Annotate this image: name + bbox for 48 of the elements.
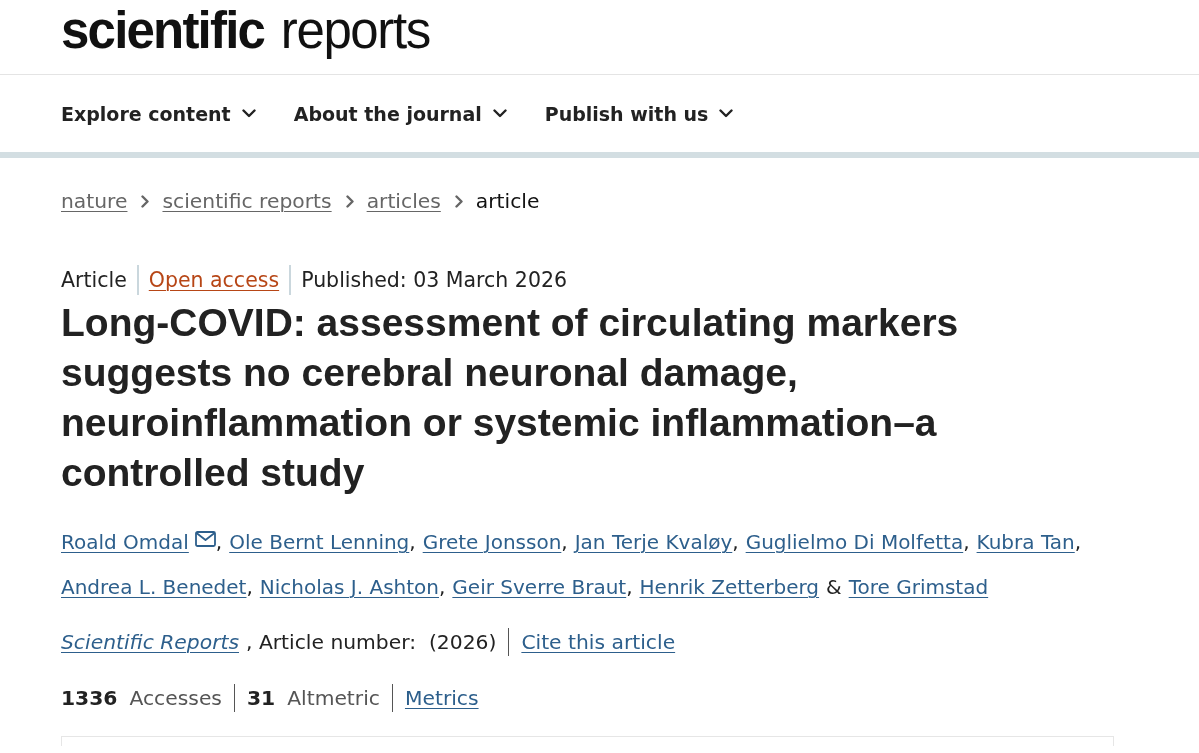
metric-count: 1336 — [61, 685, 118, 712]
chevron-down-icon — [492, 109, 507, 118]
open-access-link[interactable]: Open access — [148, 266, 280, 294]
breadcrumb-link[interactable]: articles — [366, 187, 441, 215]
author-separator: , — [215, 529, 223, 556]
author-link[interactable]: Geir Sverre Braut — [452, 573, 627, 601]
author-separator: & — [826, 574, 842, 601]
author-separator: , — [963, 529, 970, 556]
site-logo[interactable]: scientific reports — [61, 5, 430, 57]
breadcrumb-link[interactable]: scientific reports — [162, 187, 332, 215]
chevron-right-icon — [345, 194, 354, 208]
metric-count: 31 — [246, 685, 276, 712]
journal-link[interactable]: Scientific Reports — [61, 628, 239, 656]
author-separator: , — [409, 529, 416, 556]
author-link[interactable]: Andrea L. Benedet — [61, 573, 247, 601]
metric-label: Altmetric — [287, 685, 380, 712]
author-link[interactable]: Tore Grimstad — [848, 573, 989, 601]
metrics-link[interactable]: Metrics — [404, 684, 479, 712]
chevron-right-icon — [141, 194, 150, 208]
author-link[interactable]: Jan Terje Kvaløy — [574, 528, 733, 556]
nav-menu-button[interactable]: Publish with us — [544, 102, 734, 125]
metric-label: Accesses — [129, 685, 222, 712]
author-link[interactable]: Roald Omdal — [61, 528, 189, 556]
breadcrumb-current: article — [475, 188, 540, 215]
article-title: Long-COVID: assessment of circulating markers suggests no cerebral neuronal damage, neuroinflammation or systemic inflammation–a controlled study — [61, 300, 960, 496]
author-link[interactable]: Henrik Zetterberg — [639, 573, 820, 601]
nav-menu-button[interactable]: Explore content — [61, 102, 256, 125]
nav-menu-button[interactable]: About the journal — [293, 102, 507, 125]
author-link[interactable]: Guglielmo Di Molfetta — [745, 528, 964, 556]
mail-icon[interactable] — [194, 531, 216, 547]
author-separator: , — [561, 529, 568, 556]
author-link[interactable]: Nicholas J. Ashton — [259, 573, 439, 601]
chevron-right-icon — [454, 194, 463, 208]
author-link[interactable]: Kubra Tan — [976, 528, 1075, 556]
author-link[interactable]: Ole Bernt Lenning — [229, 528, 410, 556]
breadcrumb-link[interactable]: nature — [61, 187, 128, 215]
author-link[interactable]: Grete Jonsson — [422, 528, 562, 556]
article-number-text: , Article number: (2026) — [246, 629, 497, 656]
cite-link[interactable]: Cite this article — [521, 628, 676, 656]
author-separator: , — [1074, 529, 1082, 556]
article-type: Article — [61, 267, 127, 294]
author-separator: , — [439, 574, 446, 601]
chevron-down-icon — [719, 109, 734, 118]
author-separator: , — [626, 574, 633, 601]
chevron-down-icon — [241, 109, 256, 118]
author-separator: , — [732, 529, 739, 556]
author-separator: , — [246, 574, 253, 601]
publish-date: Published: 03 March 2026 — [301, 267, 568, 294]
